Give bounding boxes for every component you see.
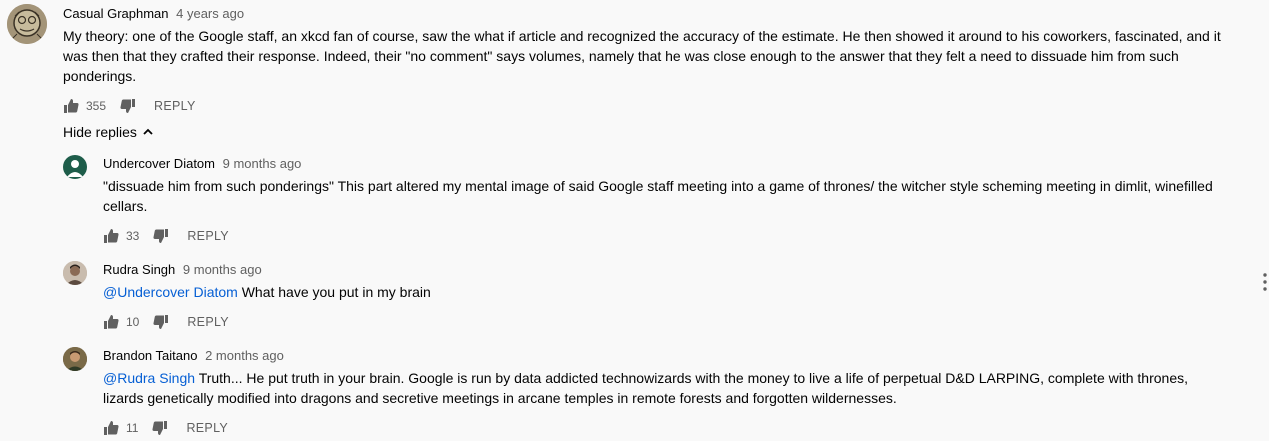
mention-link[interactable]: @Rudra Singh [103,370,195,386]
more-options-icon[interactable] [1262,272,1268,292]
like-count: 33 [126,229,140,243]
dislike-icon[interactable] [120,98,136,114]
like-count: 10 [126,315,140,329]
like-count: 355 [86,99,107,113]
timestamp[interactable]: 4 years ago [176,6,244,21]
author-name[interactable]: Undercover Diatom [103,156,215,171]
person-photo-icon [63,347,87,371]
avatar[interactable] [63,261,87,285]
avatar-drawing-icon [7,4,47,44]
like-icon[interactable] [103,420,119,436]
author-name[interactable]: Casual Graphman [63,6,169,21]
author-name[interactable]: Brandon Taitano [103,348,197,363]
like-icon[interactable] [63,98,79,114]
comment-text: @Undercover Diatom What have you put in … [103,282,1228,302]
hide-replies-button[interactable]: Hide replies [63,124,154,140]
timestamp[interactable]: 9 months ago [223,156,302,171]
reply-button[interactable]: REPLY [187,315,229,329]
comment-text: "dissuade him from such ponderings" This… [103,176,1228,216]
author-name[interactable]: Rudra Singh [103,262,175,277]
comment-header: Brandon Taitano 2 months ago [103,348,284,363]
comment-header: Undercover Diatom 9 months ago [103,156,301,171]
comment-actions: 355 REPLY [63,96,196,116]
like-icon[interactable] [103,228,119,244]
like-icon[interactable] [103,314,119,330]
reply-button[interactable]: REPLY [186,421,228,435]
reply-button[interactable]: REPLY [154,99,196,113]
comment-actions: 33 REPLY [103,226,229,246]
avatar[interactable] [63,155,87,179]
person-photo-icon [63,261,87,285]
dislike-icon[interactable] [152,420,168,436]
comment-text-content: Truth... He put truth in your brain. Goo… [103,370,1188,406]
like-count: 11 [126,421,139,435]
comment-text-content: What have you put in my brain [241,284,431,300]
comment-header: Casual Graphman 4 years ago [63,6,244,21]
mention-link[interactable]: @Undercover Diatom [103,284,238,300]
comment-text: My theory: one of the Google staff, an x… [63,28,1221,84]
dislike-icon[interactable] [153,228,169,244]
person-avatar-icon [67,160,83,177]
hide-replies-label: Hide replies [63,124,137,140]
comment-actions: 10 REPLY [103,312,229,332]
timestamp[interactable]: 9 months ago [183,262,262,277]
avatar[interactable] [7,4,47,44]
comment-text-content: "dissuade him from such ponderings" This… [103,178,1213,214]
chevron-up-icon [143,128,153,135]
comment-header: Rudra Singh 9 months ago [103,262,262,277]
comment-actions: 11 REPLY [103,418,228,438]
timestamp[interactable]: 2 months ago [205,348,284,363]
reply-button[interactable]: REPLY [187,229,229,243]
dislike-icon[interactable] [153,314,169,330]
comment-text: @Rudra Singh Truth... He put truth in yo… [103,368,1228,408]
avatar[interactable] [63,347,87,371]
